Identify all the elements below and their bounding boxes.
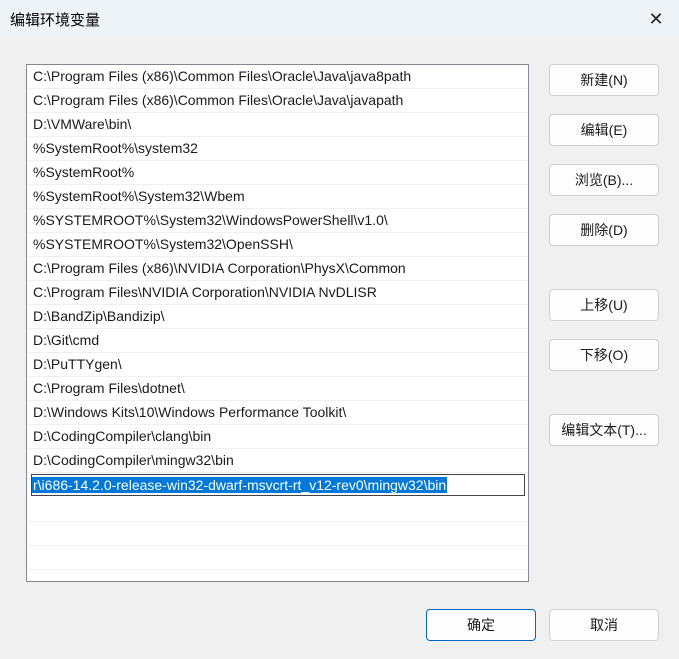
move-down-button[interactable]: 下移(O) (549, 339, 659, 371)
close-icon[interactable]: ✕ (633, 0, 679, 38)
path-edit-input[interactable]: r\i686-14.2.0-release-win32-dwarf-msvcrt… (31, 474, 525, 496)
list-item[interactable]: D:\Git\cmd (27, 329, 528, 353)
new-button[interactable]: 新建(N) (549, 64, 659, 96)
move-up-button[interactable]: 上移(U) (549, 289, 659, 321)
cancel-button[interactable]: 取消 (549, 609, 659, 641)
browse-button[interactable]: 浏览(B)... (549, 164, 659, 196)
list-item[interactable]: C:\Program Files\dotnet\ (27, 377, 528, 401)
empty-row[interactable] (27, 570, 528, 581)
edit-button[interactable]: 编辑(E) (549, 114, 659, 146)
list-item[interactable]: D:\BandZip\Bandizip\ (27, 305, 528, 329)
path-list[interactable]: C:\Program Files (x86)\Common Files\Orac… (26, 64, 529, 582)
list-item[interactable]: %SYSTEMROOT%\System32\WindowsPowerShell\… (27, 209, 528, 233)
list-item[interactable]: D:\Windows Kits\10\Windows Performance T… (27, 401, 528, 425)
edit-text-button[interactable]: 编辑文本(T)... (549, 414, 659, 446)
list-item[interactable]: %SystemRoot%\System32\Wbem (27, 185, 528, 209)
title-bar: 编辑环境变量 ✕ (0, 0, 679, 38)
list-item[interactable]: %SystemRoot%\system32 (27, 137, 528, 161)
list-item[interactable]: C:\Program Files (x86)\NVIDIA Corporatio… (27, 257, 528, 281)
delete-button[interactable]: 删除(D) (549, 214, 659, 246)
list-item[interactable]: D:\PuTTYgen\ (27, 353, 528, 377)
empty-row[interactable] (27, 546, 528, 570)
selected-text: r\i686-14.2.0-release-win32-dwarf-msvcrt… (32, 477, 448, 493)
list-item[interactable]: %SYSTEMROOT%\System32\OpenSSH\ (27, 233, 528, 257)
list-item[interactable]: D:\CodingCompiler\mingw32\bin (27, 449, 528, 473)
list-item[interactable]: D:\VMWare\bin\ (27, 113, 528, 137)
window-title: 编辑环境变量 (10, 12, 101, 29)
list-item[interactable]: D:\CodingCompiler\clang\bin (27, 425, 528, 449)
list-item[interactable]: %SystemRoot% (27, 161, 528, 185)
empty-row[interactable] (27, 522, 528, 546)
path-edit-field[interactable]: r\i686-14.2.0-release-win32-dwarf-msvcrt… (27, 474, 528, 498)
list-item[interactable]: C:\Program Files\NVIDIA Corporation\NVID… (27, 281, 528, 305)
list-item[interactable]: C:\Program Files (x86)\Common Files\Orac… (27, 89, 528, 113)
empty-row[interactable] (27, 498, 528, 522)
list-item[interactable]: C:\Program Files (x86)\Common Files\Orac… (27, 65, 528, 89)
ok-button[interactable]: 确定 (426, 609, 536, 641)
